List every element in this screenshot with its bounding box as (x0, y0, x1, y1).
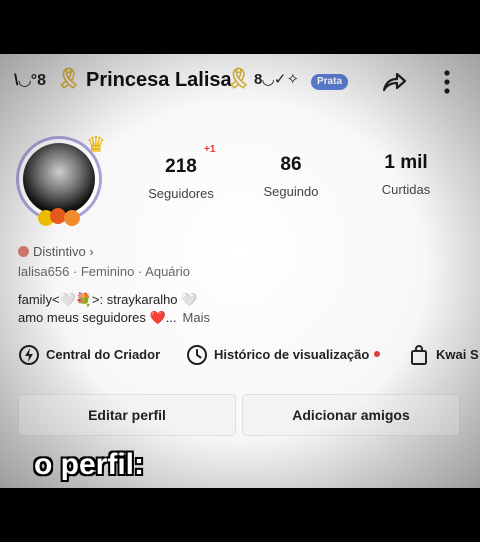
avatar[interactable]: ♛ (12, 132, 112, 232)
followers-stat[interactable]: 218 Seguidores (131, 156, 231, 201)
bio-line: amo meus seguidores ❤️... Mais (18, 310, 210, 326)
crown-icon: ♛ (86, 132, 106, 157)
clock-icon (187, 345, 207, 365)
likes-count: 1 mil (384, 152, 428, 173)
share-arrow-icon[interactable] (380, 68, 408, 96)
view-history-text: Histórico de visualização (214, 347, 370, 362)
add-friends-button[interactable]: Adicionar amigos (242, 394, 460, 436)
bio-line: family<🤍💐>: straykaralho 🤍 (18, 292, 198, 307)
video-caption: o perfil: (34, 448, 144, 481)
following-stat[interactable]: 86 Seguindo (241, 154, 341, 199)
edit-profile-button[interactable]: Editar perfil (18, 394, 236, 436)
lightning-icon (19, 345, 39, 365)
following-label: Seguindo (263, 184, 319, 199)
kwai-shop-label: Kwai S (436, 347, 479, 362)
likes-stat[interactable]: 1 mil Curtidas (356, 152, 456, 197)
name-decoration-left: \◡°8 (14, 72, 47, 89)
level-badge[interactable]: Prata (311, 74, 349, 90)
more-vertical-icon[interactable] (438, 68, 456, 96)
likes-label: Curtidas (381, 182, 431, 197)
distintivo-link[interactable]: Distintivo › (18, 244, 94, 259)
creator-center-label: Central do Criador (46, 347, 161, 362)
profile-screen: \◡°8 🎗 Princesa Lalisa 🎗 8◡✓✧ Prata ♛ +1… (0, 54, 480, 488)
notification-dot (374, 351, 381, 357)
bio-more-link[interactable]: Mais (183, 310, 210, 325)
following-count: 86 (280, 154, 302, 175)
ribbon-icon: 🎗 (56, 68, 82, 90)
flower-decoration-icon (38, 208, 86, 226)
badge-icon (18, 246, 29, 257)
bio-text: amo meus seguidores ❤️... (18, 310, 177, 325)
distintivo-label: Distintivo › (33, 244, 94, 259)
ribbon-icon: 🎗 (226, 68, 252, 90)
followers-label: Seguidores (148, 186, 214, 201)
profile-name: Princesa Lalisa (86, 69, 232, 91)
shopping-bag-icon (411, 345, 427, 365)
followers-count: 218 (165, 156, 197, 177)
profile-header: \◡°8 🎗 Princesa Lalisa 🎗 8◡✓✧ Prata (0, 64, 480, 96)
new-followers-badge: +1 (204, 144, 216, 155)
name-decoration-right: 8◡✓✧ (254, 71, 300, 88)
avatar-photo (23, 143, 95, 215)
profile-meta: lalisa656 · Feminino · Aquário (18, 264, 190, 279)
view-history-label: Histórico de visualização (214, 347, 381, 362)
quick-links: Central do Criador Histórico de visualiz… (0, 344, 480, 368)
